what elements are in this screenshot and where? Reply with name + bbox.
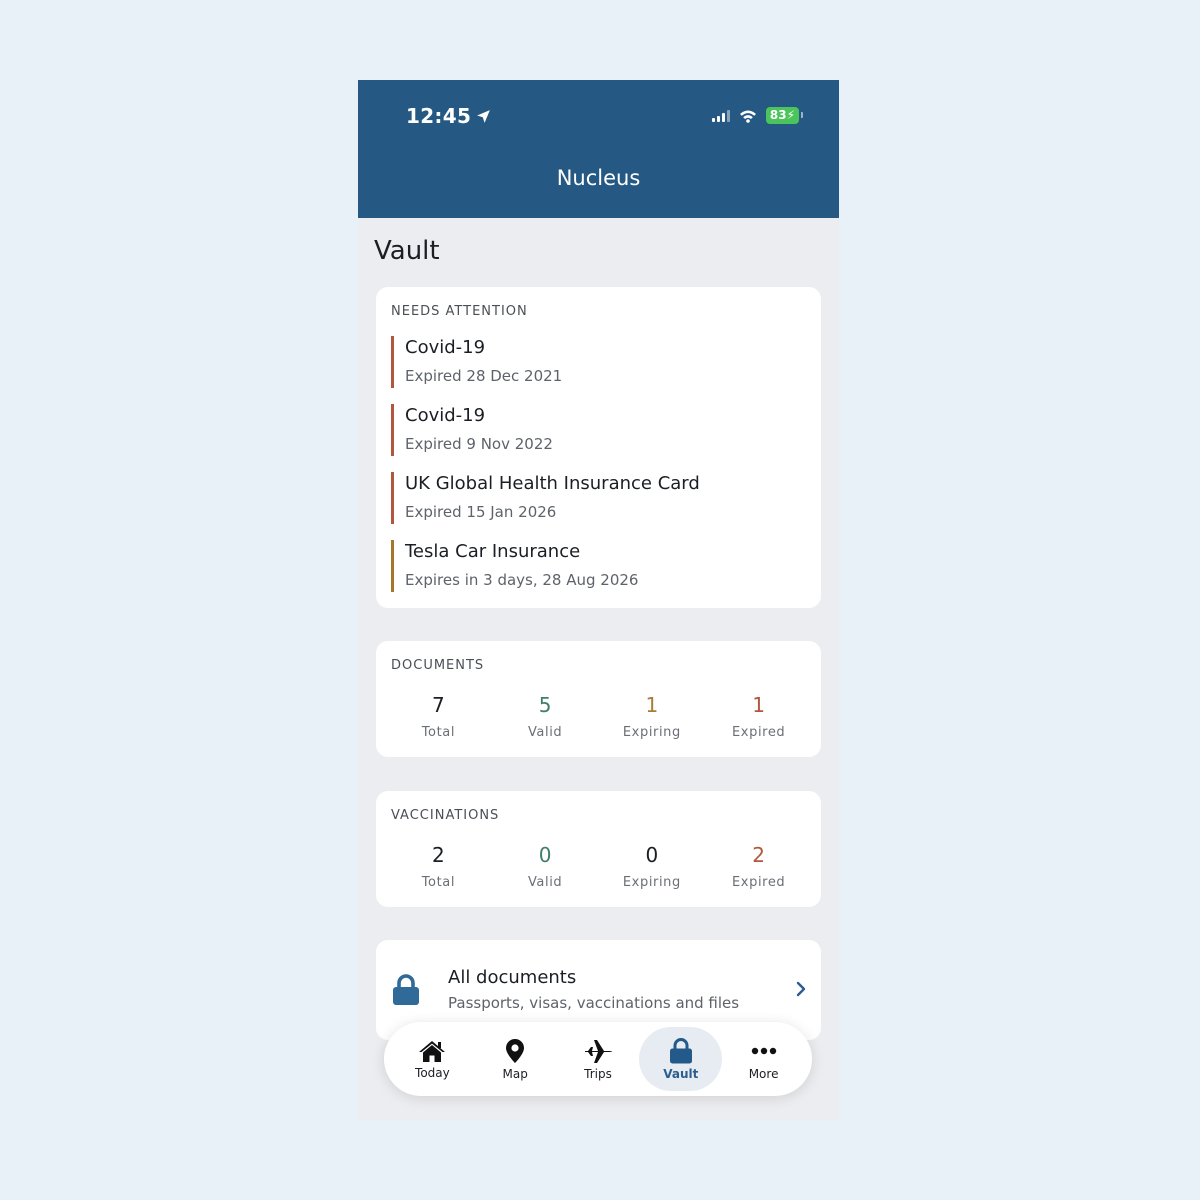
more-icon [751, 1047, 776, 1054]
stat-value: 1 [752, 693, 765, 717]
vaccinations-label: VACCINATIONS [391, 808, 500, 823]
stat-value: 0 [645, 843, 659, 867]
battery-indicator: 83⚡ [765, 107, 804, 124]
airplane-icon [584, 1039, 612, 1063]
attention-item[interactable]: UK Global Health Insurance Card Expired … [391, 472, 811, 524]
stat-label: Expiring [622, 875, 681, 890]
attention-item-title: UK Global Health Insurance Card [405, 473, 700, 494]
tab-more[interactable]: More [722, 1027, 805, 1091]
chevron-right-icon [796, 981, 806, 997]
wifi-icon [739, 110, 756, 123]
tab-label: Vault [663, 1066, 699, 1081]
needs-attention-label: NEEDS ATTENTION [391, 304, 528, 319]
charging-bolt-icon: ⚡ [786, 108, 795, 122]
documents-label: DOCUMENTS [391, 658, 485, 673]
attention-item[interactable]: Covid-19 Expired 28 Dec 2021 [391, 336, 811, 388]
stat-total: 7 Total [385, 693, 492, 740]
stat-value: 0 [538, 843, 552, 867]
stat-label: Valid [527, 875, 563, 890]
stat-label: Expired [731, 875, 786, 890]
attention-item-subtitle: Expires in 3 days, 28 Aug 2026 [405, 571, 639, 589]
home-icon [419, 1040, 446, 1062]
tab-label: Map [502, 1066, 528, 1081]
vaccinations-stats: 2 Total 0 Valid 0 Expiring 2 Expired [385, 843, 812, 890]
tab-label: More [748, 1066, 779, 1081]
stat-expired: 1 Expired [705, 693, 812, 740]
vaccinations-card[interactable]: VACCINATIONS 2 Total 0 Valid 0 Expiring … [376, 791, 821, 907]
documents-card[interactable]: DOCUMENTS 7 Total 5 Valid 1 Expiring 1 E… [376, 641, 821, 757]
phone-screen: 12:45 83⚡ Nucleus Vault NEEDS ATTENTION … [358, 80, 839, 1120]
attention-item-subtitle: Expired 28 Dec 2021 [405, 367, 563, 385]
attention-item[interactable]: Covid-19 Expired 9 Nov 2022 [391, 404, 811, 456]
stat-valid: 0 Valid [492, 843, 599, 890]
tab-trips[interactable]: Trips [557, 1027, 640, 1091]
stat-label: Valid [527, 725, 563, 740]
app-header: 12:45 83⚡ Nucleus [358, 80, 839, 218]
tab-vault[interactable]: Vault [639, 1027, 723, 1091]
app-title: Nucleus [556, 166, 641, 190]
lock-icon [393, 974, 419, 1005]
attention-item-title: Covid-19 [405, 337, 486, 358]
map-pin-icon [506, 1038, 525, 1063]
tab-label: Today [415, 1065, 450, 1080]
stat-label: Expiring [622, 725, 681, 740]
tab-map[interactable]: Map [474, 1027, 557, 1091]
attention-item-title: Covid-19 [405, 405, 486, 426]
all-documents-subtitle: Passports, visas, vaccinations and files [448, 994, 740, 1012]
stat-label: Expired [731, 725, 786, 740]
lock-icon [669, 1037, 692, 1063]
bottom-tab-bar: Today Map Trips Vault More [384, 1022, 812, 1096]
attention-item[interactable]: Tesla Car Insurance Expires in 3 days, 2… [391, 540, 811, 592]
stat-expiring: 1 Expiring [599, 693, 706, 740]
stat-total: 2 Total [385, 843, 492, 890]
tab-label: Trips [584, 1066, 612, 1081]
stat-value: 1 [645, 693, 659, 717]
stat-label: Total [421, 875, 456, 890]
stat-expiring: 0 Expiring [599, 843, 706, 890]
location-arrow-icon [477, 109, 491, 123]
stat-expired: 2 Expired [705, 843, 812, 890]
stat-value: 2 [432, 843, 445, 867]
cellular-signal-icon [711, 109, 730, 122]
stat-value: 2 [752, 843, 765, 867]
tab-today[interactable]: Today [391, 1027, 474, 1091]
documents-stats: 7 Total 5 Valid 1 Expiring 1 Expired [385, 693, 812, 740]
stat-value: 5 [538, 693, 552, 717]
needs-attention-card: NEEDS ATTENTION Covid-19 Expired 28 Dec … [376, 287, 821, 608]
attention-item-subtitle: Expired 15 Jan 2026 [405, 503, 557, 521]
all-documents-title: All documents [448, 967, 577, 988]
attention-item-subtitle: Expired 9 Nov 2022 [405, 435, 553, 453]
stat-valid: 5 Valid [492, 693, 599, 740]
page-title: Vault [374, 236, 440, 266]
attention-item-title: Tesla Car Insurance [405, 541, 581, 562]
status-icons: 83⚡ [711, 107, 804, 124]
stat-value: 7 [432, 693, 445, 717]
status-time: 12:45 [406, 104, 492, 128]
stat-label: Total [421, 725, 456, 740]
